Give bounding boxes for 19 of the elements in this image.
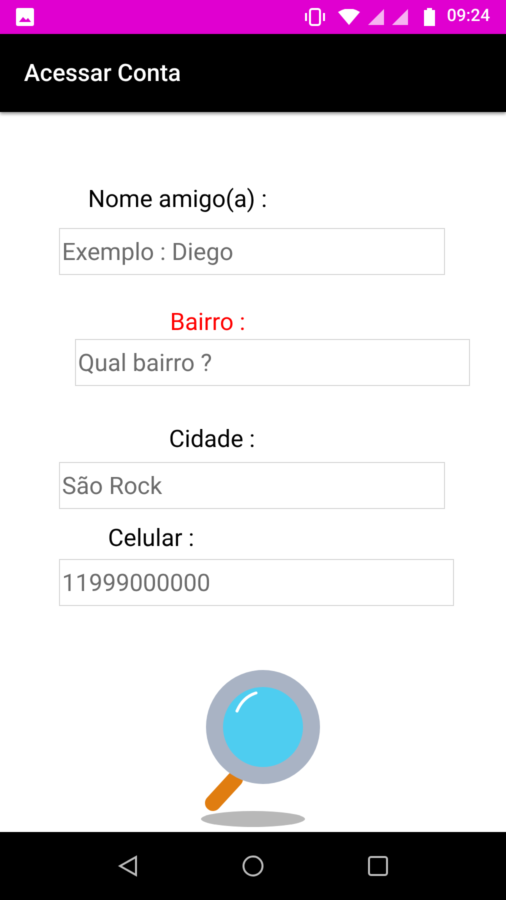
signal-icon <box>392 9 408 25</box>
home-icon[interactable] <box>242 855 264 877</box>
input-field[interactable]: 11999000000 <box>59 559 454 606</box>
back-icon[interactable] <box>118 855 138 877</box>
wifi-icon <box>338 9 360 25</box>
input-field[interactable]: São Rock <box>59 462 445 509</box>
battery-icon <box>424 8 435 26</box>
field-label: Bairro : <box>170 307 246 337</box>
vibrate-icon <box>304 8 326 26</box>
screen-title: Acessar Conta <box>24 58 181 89</box>
field-label: Cidade : <box>169 424 256 454</box>
input-field[interactable]: Qual bairro ? <box>75 339 470 386</box>
input-field[interactable]: Exemplo : Diego <box>59 228 445 275</box>
field-label: Nome amigo(a) : <box>88 184 268 214</box>
field-label: Celular : <box>108 523 194 553</box>
clock: 09:24 <box>446 5 490 28</box>
recents-icon[interactable] <box>368 856 388 876</box>
signal-icon <box>368 9 384 25</box>
image-icon <box>16 8 34 26</box>
